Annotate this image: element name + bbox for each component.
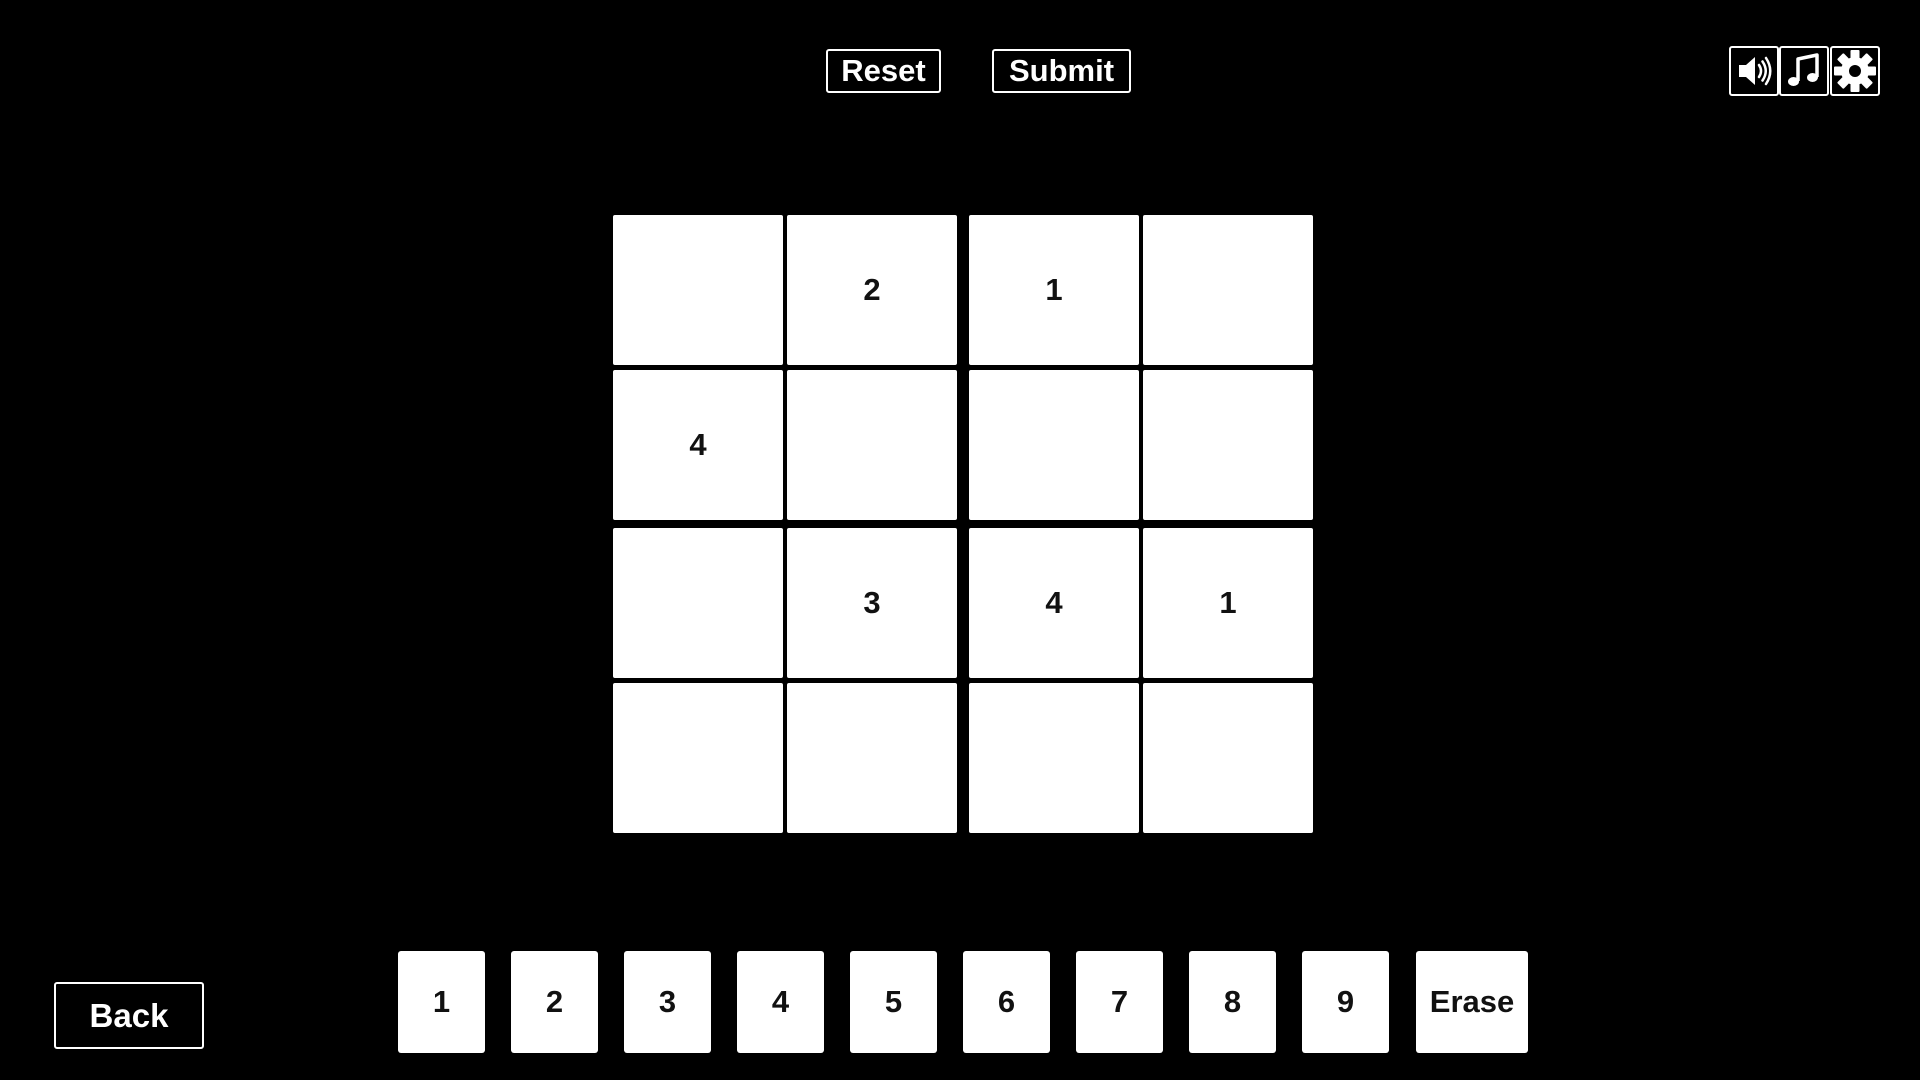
grid-cell-r2-c2[interactable] (787, 370, 957, 520)
number-button-4[interactable]: 4 (737, 951, 824, 1053)
number-button-7[interactable]: 7 (1076, 951, 1163, 1053)
grid-cell-r3-c3[interactable]: 4 (969, 528, 1139, 678)
number-button-2[interactable]: 2 (511, 951, 598, 1053)
number-button-6[interactable]: 6 (963, 951, 1050, 1053)
grid-cell-r2-c1[interactable]: 4 (613, 370, 783, 520)
number-button-9[interactable]: 9 (1302, 951, 1389, 1053)
back-button[interactable]: Back (54, 982, 204, 1049)
grid-cell-r4-c2[interactable] (787, 683, 957, 833)
settings-button[interactable] (1830, 46, 1880, 96)
erase-button[interactable]: Erase (1416, 951, 1528, 1053)
grid-cell-r3-c4[interactable]: 1 (1143, 528, 1313, 678)
grid-cell-r4-c1[interactable] (613, 683, 783, 833)
grid-cell-r3-c2[interactable]: 3 (787, 528, 957, 678)
game-screen: Reset Submit 2 1 4 3 4 1 1 2 3 4 5 6 7 8… (0, 0, 1920, 1080)
number-button-5[interactable]: 5 (850, 951, 937, 1053)
grid-cell-r2-c3[interactable] (969, 370, 1139, 520)
music-note-icon (1788, 53, 1819, 86)
grid-cell-r1-c1[interactable] (613, 215, 783, 365)
grid-cell-r1-c2[interactable]: 2 (787, 215, 957, 365)
reset-button[interactable]: Reset (826, 49, 941, 93)
grid-cell-r1-c3[interactable]: 1 (969, 215, 1139, 365)
grid-cell-r3-c1[interactable] (613, 528, 783, 678)
speaker-icon (1739, 56, 1772, 86)
gear-icon (1834, 50, 1876, 92)
number-button-3[interactable]: 3 (624, 951, 711, 1053)
grid-cell-r2-c4[interactable] (1143, 370, 1313, 520)
music-toggle-button[interactable] (1779, 46, 1829, 96)
grid-cell-r4-c4[interactable] (1143, 683, 1313, 833)
grid-cell-r4-c3[interactable] (969, 683, 1139, 833)
number-button-8[interactable]: 8 (1189, 951, 1276, 1053)
submit-button[interactable]: Submit (992, 49, 1131, 93)
number-button-1[interactable]: 1 (398, 951, 485, 1053)
grid-cell-r1-c4[interactable] (1143, 215, 1313, 365)
sound-toggle-button[interactable] (1729, 46, 1779, 96)
